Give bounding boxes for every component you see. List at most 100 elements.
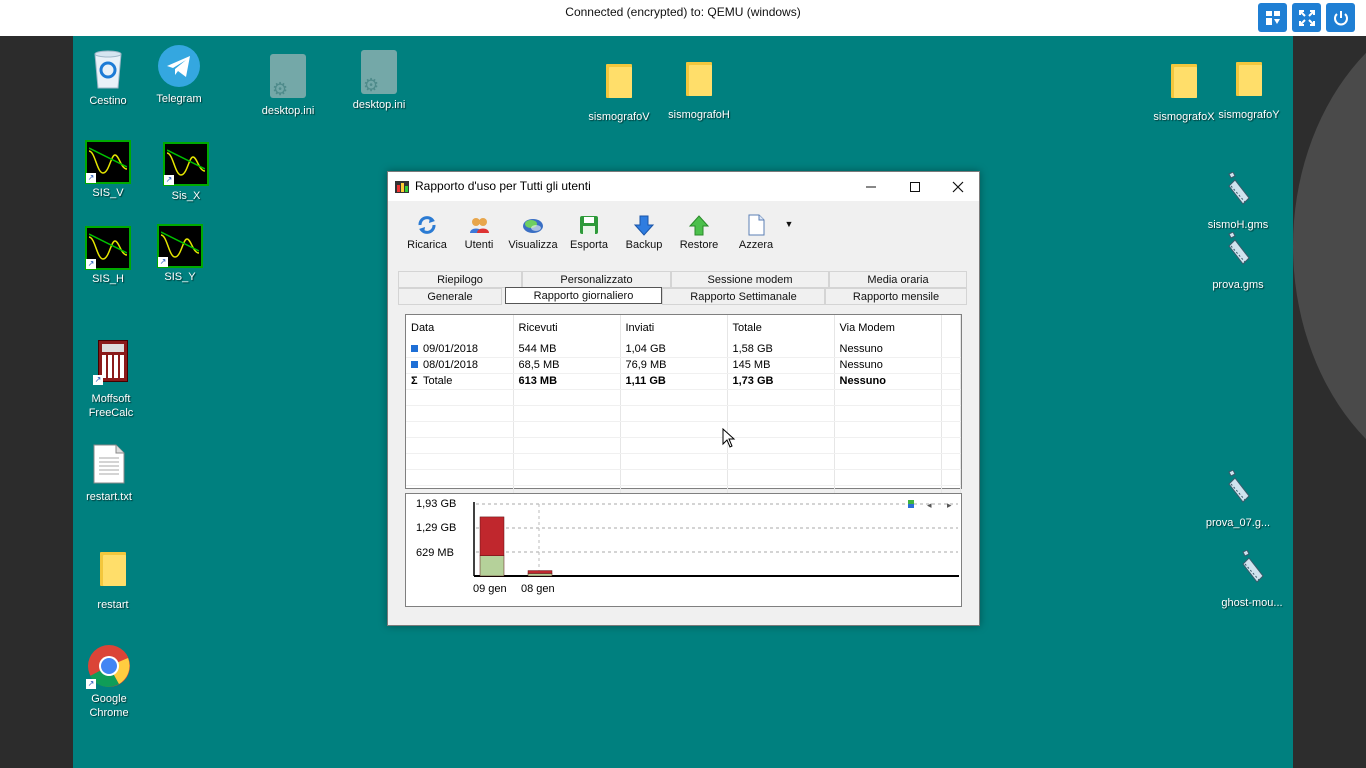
restore-button[interactable]: Restore	[674, 214, 724, 251]
desktop-icon-sismografoy[interactable]: sismografoY	[1213, 62, 1285, 122]
icon-label: SIS_V	[92, 187, 124, 199]
icon-label: sismografoY	[1218, 109, 1280, 121]
daily-report-table[interactable]: Data Ricevuti Inviati Totale Via Modem 0…	[405, 314, 962, 502]
dropdown-arrow-icon: ▼	[784, 219, 794, 229]
icon-label: sismoH.gms	[1207, 219, 1269, 231]
row-marker-icon	[411, 361, 418, 368]
maximize-icon	[910, 181, 920, 192]
folder-icon	[1171, 64, 1197, 98]
desktop-icon-desktop-ini-1[interactable]: desktop.ini	[258, 54, 318, 118]
desktop-icon-restart[interactable]: restart	[83, 552, 143, 612]
tool-label: Utenti	[464, 239, 494, 251]
desktop-icon-telegram[interactable]: Telegram	[153, 44, 205, 106]
users-icon	[468, 214, 490, 236]
fullscreen-icon[interactable]	[1292, 3, 1321, 32]
icon-label: Google Chrome	[89, 693, 129, 719]
column-header-ricevuti[interactable]: Ricevuti	[513, 315, 621, 341]
table-row[interactable]: 08/01/2018 68,5 MB 76,9 MB 145 MB Nessun…	[406, 357, 961, 374]
desktop-icon-cestino[interactable]: Cestino	[83, 48, 133, 108]
shortcut-arrow-icon: ↗	[93, 375, 103, 385]
visualizza-button[interactable]: Visualizza	[508, 214, 558, 251]
cell-via-modem: Nessuno	[834, 357, 942, 374]
desktop-icon-sismografoh[interactable]: sismografoH	[663, 62, 735, 122]
icon-label: sismografoV	[588, 111, 650, 123]
cell-inviati: 76,9 MB	[620, 357, 728, 374]
utenti-button[interactable]: Utenti	[454, 214, 504, 251]
column-header-via-modem[interactable]: Via Modem	[834, 315, 942, 341]
minimize-button[interactable]	[849, 172, 893, 201]
window-titlebar[interactable]: Rapporto d'uso per Tutti gli utenti	[388, 172, 979, 201]
cell-inviati: 1,04 GB	[620, 341, 728, 358]
icon-label: prova.gms	[1212, 279, 1264, 291]
save-disk-icon	[578, 214, 600, 236]
cell-empty	[941, 341, 961, 358]
folder-icon	[606, 64, 632, 98]
desktop-icon-sismoh-gms[interactable]: sismoH.gms	[1201, 171, 1275, 232]
icon-label: sismografoX	[1153, 111, 1215, 123]
column-header-data[interactable]: Data	[406, 315, 514, 341]
maximize-button[interactable]	[893, 172, 937, 201]
desktop-icon-sis-h[interactable]: ↗ SIS_H	[83, 226, 133, 286]
icon-label: Cestino	[89, 95, 127, 107]
desktop-icon-sis-y[interactable]: ↗ SIS_Y	[155, 224, 205, 284]
vnc-top-bar: Connected (encrypted) to: QEMU (windows)	[0, 0, 1366, 36]
bar-inviati-0	[479, 516, 505, 556]
empty-row	[406, 389, 961, 406]
table-row[interactable]: 09/01/2018 544 MB 1,04 GB 1,58 GB Nessun…	[406, 341, 961, 358]
column-header-totale[interactable]: Totale	[727, 315, 835, 341]
tab-media-oraria[interactable]: Media oraria	[829, 271, 967, 288]
shortcut-arrow-icon: ↗	[158, 257, 168, 267]
settings-file-icon	[361, 50, 397, 94]
mouse-cursor-icon	[722, 428, 736, 448]
chart-scroll-right-icon[interactable]: ▸	[947, 500, 952, 510]
table-total-row[interactable]: Σ Totale 613 MB 1,11 GB 1,73 GB Nessuno	[406, 373, 961, 390]
desktop-icon-prova-07[interactable]: prova_07.g...	[1201, 469, 1275, 530]
empty-row	[406, 421, 961, 438]
toolbar-more-dropdown[interactable]: ▼	[782, 219, 796, 229]
empty-row	[406, 469, 961, 486]
esporta-button[interactable]: Esporta	[564, 214, 614, 251]
keyboard-icon[interactable]	[1258, 3, 1287, 32]
chart-scroll-left-icon[interactable]: ◂	[927, 500, 932, 510]
desktop-icon-sis-x[interactable]: ↗ Sis_X	[161, 142, 211, 203]
ricarica-button[interactable]: Ricarica	[402, 214, 452, 251]
column-header-inviati[interactable]: Inviati	[620, 315, 728, 341]
calculator-icon: ↗	[93, 340, 128, 385]
tab-generale[interactable]: Generale	[398, 288, 502, 305]
icon-label: Sis_X	[171, 190, 201, 202]
tab-rapporto-settimanale[interactable]: Rapporto Settimanale	[662, 288, 825, 305]
icon-label: Telegram	[156, 93, 202, 105]
vnc-connection-status: Connected (encrypted) to: QEMU (windows)	[565, 5, 801, 19]
desktop-icon-ghost-mou[interactable]: ghost-mou...	[1215, 549, 1289, 610]
tool-label: Azzera	[738, 239, 774, 251]
close-button[interactable]	[936, 172, 980, 201]
desktop-icon-moffsoft-freecalc[interactable]: ↗ Moffsoft FreeCalc	[79, 340, 143, 420]
desktop-icon-desktop-ini-2[interactable]: desktop.ini	[349, 50, 409, 112]
azzera-button[interactable]: Azzera	[731, 214, 781, 251]
bar-inviati-1	[527, 570, 553, 574]
tab-personalizzato[interactable]: Personalizzato	[522, 271, 671, 288]
tab-sessione-modem[interactable]: Sessione modem	[671, 271, 829, 288]
folder-icon	[686, 62, 712, 96]
tab-rapporto-mensile[interactable]: Rapporto mensile	[825, 288, 967, 305]
tab-rapporto-giornaliero[interactable]: Rapporto giornaliero	[505, 287, 662, 304]
desktop-icon-sismografox[interactable]: sismografoX	[1148, 64, 1220, 124]
cell-date: 08/01/2018	[406, 357, 514, 374]
cell-ricevuti: 544 MB	[513, 341, 621, 358]
desktop-icon-sismografov[interactable]: sismografoV	[583, 64, 655, 124]
shortcut-arrow-icon: ↗	[86, 259, 96, 269]
desktop-icon-restart-txt[interactable]: restart.txt	[79, 444, 139, 504]
app-chart-icon	[395, 181, 409, 193]
row-marker-icon	[411, 344, 418, 352]
gms-file-icon	[1228, 171, 1250, 205]
desktop-icon-prova-gms[interactable]: prova.gms	[1201, 231, 1275, 292]
desktop-icon-sis-v[interactable]: ↗ SIS_V	[83, 140, 133, 200]
left-margin	[0, 36, 73, 768]
desktop-icon-google-chrome[interactable]: ↗ Google Chrome	[81, 644, 137, 720]
chart-nav-marker	[908, 504, 914, 508]
power-icon[interactable]	[1326, 3, 1355, 32]
icon-label: desktop.ini	[352, 99, 406, 111]
tab-riepilogo[interactable]: Riepilogo	[398, 271, 522, 288]
backup-button[interactable]: Backup	[619, 214, 669, 251]
recycle-bin-icon	[94, 50, 122, 89]
